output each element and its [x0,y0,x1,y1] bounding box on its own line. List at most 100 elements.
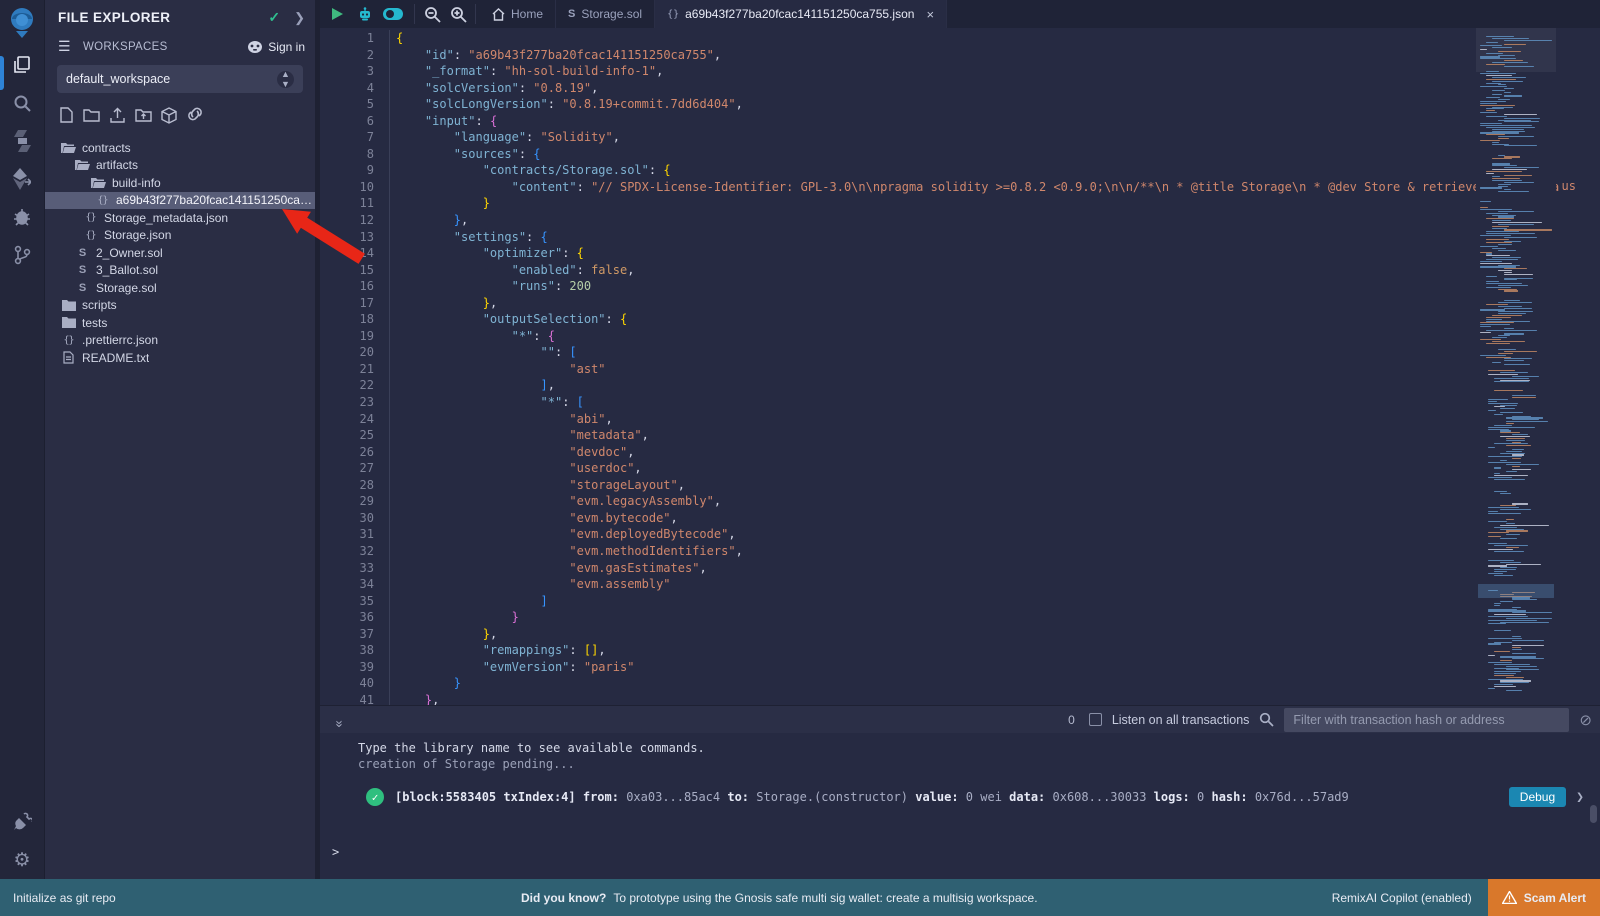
tree-item--prettierrc-json[interactable]: {} .prettierrc.json [45,332,315,350]
line-number: 31 [320,526,390,543]
code-line: 28 "storageLayout", [320,477,1600,494]
tree-item-label: a69b43f277ba20fcac141151250ca7... [116,193,315,207]
line-number: 16 [320,278,390,295]
tree-item-storage-sol[interactable]: SStorage.sol [45,279,315,297]
solidity-file-icon: S [568,8,575,20]
ipfs-box-icon[interactable] [161,107,177,129]
tree-item-build-info[interactable]: build-info [45,174,315,192]
code-line: 16 "runs": 200 [320,278,1600,295]
tree-item-label: .prettierrc.json [82,333,158,347]
tree-item-storage-metadata-json[interactable]: {}Storage_metadata.json [45,209,315,227]
tree-item-label: artifacts [96,158,138,172]
line-number: 34 [320,576,390,593]
code-line: 37 }, [320,626,1600,643]
debug-button[interactable]: Debug [1509,787,1566,807]
git-icon[interactable] [0,236,45,274]
file-explorer-panel: FILE EXPLORER ✓ ❯ ☰ WORKSPACES Sign in d… [45,0,320,879]
github-sign-in[interactable]: Sign in [247,40,305,54]
tab-build-info-json[interactable]: {} a69b43f277ba20fcac141151250ca755.json… [655,0,947,28]
transaction-log-row[interactable]: ✓ [block:5583405 txIndex:4] from: 0xa03.… [366,787,1584,807]
tree-item-contracts[interactable]: contracts [45,139,315,157]
terminal-scrollbar[interactable] [1590,805,1597,823]
new-file-icon[interactable] [59,107,74,129]
debugger-icon[interactable] [0,198,45,236]
tree-item-storage-json[interactable]: {}Storage.json [45,227,315,245]
line-number: 20 [320,344,390,361]
code-line: 22 ], [320,377,1600,394]
code-editor[interactable]: 1{2 "id": "a69b43f277ba20fcac141151250ca… [320,28,1600,705]
workspace-select[interactable]: default_workspace ▲▼ [57,65,303,93]
tree-item-readme-txt[interactable]: README.txt [45,349,315,367]
upload-folder-icon[interactable] [135,107,152,129]
code-line: 25 "metadata", [320,427,1600,444]
json-icon: {} [61,335,76,346]
upload-file-icon[interactable] [109,107,126,129]
remix-ai-robot-icon[interactable] [352,6,378,22]
tab-storage-sol[interactable]: S Storage.sol [556,0,655,28]
tx-summary: [block:5583405 txIndex:4] from: 0xa03...… [395,790,1495,804]
tree-item-a69b43f277ba20fcac141151250ca7-[interactable]: {}a69b43f277ba20fcac141151250ca7... [45,192,315,210]
code-line: 21 "ast" [320,361,1600,378]
tree-item-label: Storage.json [104,228,171,242]
tree-item-2-owner-sol[interactable]: S2_Owner.sol [45,244,315,262]
copilot-toggle[interactable] [380,7,406,21]
zoom-in-icon[interactable] [445,0,471,28]
line-number: 22 [320,377,390,394]
settings-icon[interactable]: ⚙ [0,841,45,879]
search-icon[interactable] [0,84,45,122]
scam-alert-badge[interactable]: Scam Alert [1488,879,1600,916]
code-line: 32 "evm.methodIdentifiers", [320,543,1600,560]
code-line: 14 "optimizer": { [320,245,1600,262]
doc-icon [61,351,76,364]
new-folder-icon[interactable] [83,107,100,129]
deploy-run-icon[interactable] [0,160,45,198]
editor-toolbar-tabbar: Home S Storage.sol {} a69b43f277ba20fcac… [320,0,1600,28]
plugin-manager-icon[interactable] [0,803,45,841]
code-line: 23 "*": [ [320,394,1600,411]
close-tab-icon[interactable]: × [926,7,934,22]
terminal[interactable]: Type the library name to see available c… [320,733,1600,879]
tree-item-scripts[interactable]: scripts [45,297,315,315]
remix-logo [0,0,45,46]
code-line: 33 "evm.gasEstimates", [320,560,1600,577]
minimap[interactable] [1476,28,1556,705]
code-line: 39 "evmVersion": "paris" [320,659,1600,676]
tree-item-3-ballot-sol[interactable]: S3_Ballot.sol [45,262,315,280]
github-icon [247,40,263,54]
zoom-out-icon[interactable] [419,0,445,28]
line-number: 11 [320,195,390,212]
line-number: 6 [320,113,390,130]
terminal-collapse-icon[interactable]: « [331,712,346,728]
tree-item-tests[interactable]: tests [45,314,315,332]
tx-expand-chevron-icon[interactable]: ❯ [1576,790,1584,805]
line-number: 15 [320,262,390,279]
line-number: 30 [320,510,390,527]
run-script-button[interactable] [324,7,350,21]
code-line: 4 "solcVersion": "0.8.19", [320,80,1600,97]
git-init-status[interactable]: Initialize as git repo [13,891,116,905]
copilot-status[interactable]: RemixAI Copilot (enabled) [1332,891,1472,905]
workspace-menu-icon[interactable]: ☰ [58,38,73,55]
file-explorer-icon[interactable] [0,46,45,84]
code-line: 15 "enabled": false, [320,262,1600,279]
clear-console-icon[interactable]: ⊘ [1579,711,1592,729]
line-number: 36 [320,609,390,626]
terminal-prompt[interactable]: > [332,845,339,859]
link-icon[interactable] [186,107,204,129]
sol-icon: S [75,282,90,294]
listen-all-checkbox[interactable] [1089,713,1102,726]
transaction-filter-input[interactable] [1284,708,1569,732]
remix-ide-window: ⚙ FILE EXPLORER ✓ ❯ ☰ WORKSPACES Sign in [0,0,1600,916]
tree-item-artifacts[interactable]: artifacts [45,157,315,175]
sol-icon: S [75,247,90,259]
tab-home[interactable]: Home [480,0,556,28]
code-line: 26 "devdoc", [320,444,1600,461]
code-line: 11 } [320,195,1600,212]
tree-item-label: build-info [112,176,161,190]
workspace-select-stepper-icon: ▲▼ [277,71,294,88]
code-line: 1{ [320,30,1600,47]
line-number: 3 [320,63,390,80]
solidity-compiler-icon[interactable] [0,122,45,160]
line-number: 23 [320,394,390,411]
panel-expand-icon[interactable]: ❯ [294,10,305,26]
